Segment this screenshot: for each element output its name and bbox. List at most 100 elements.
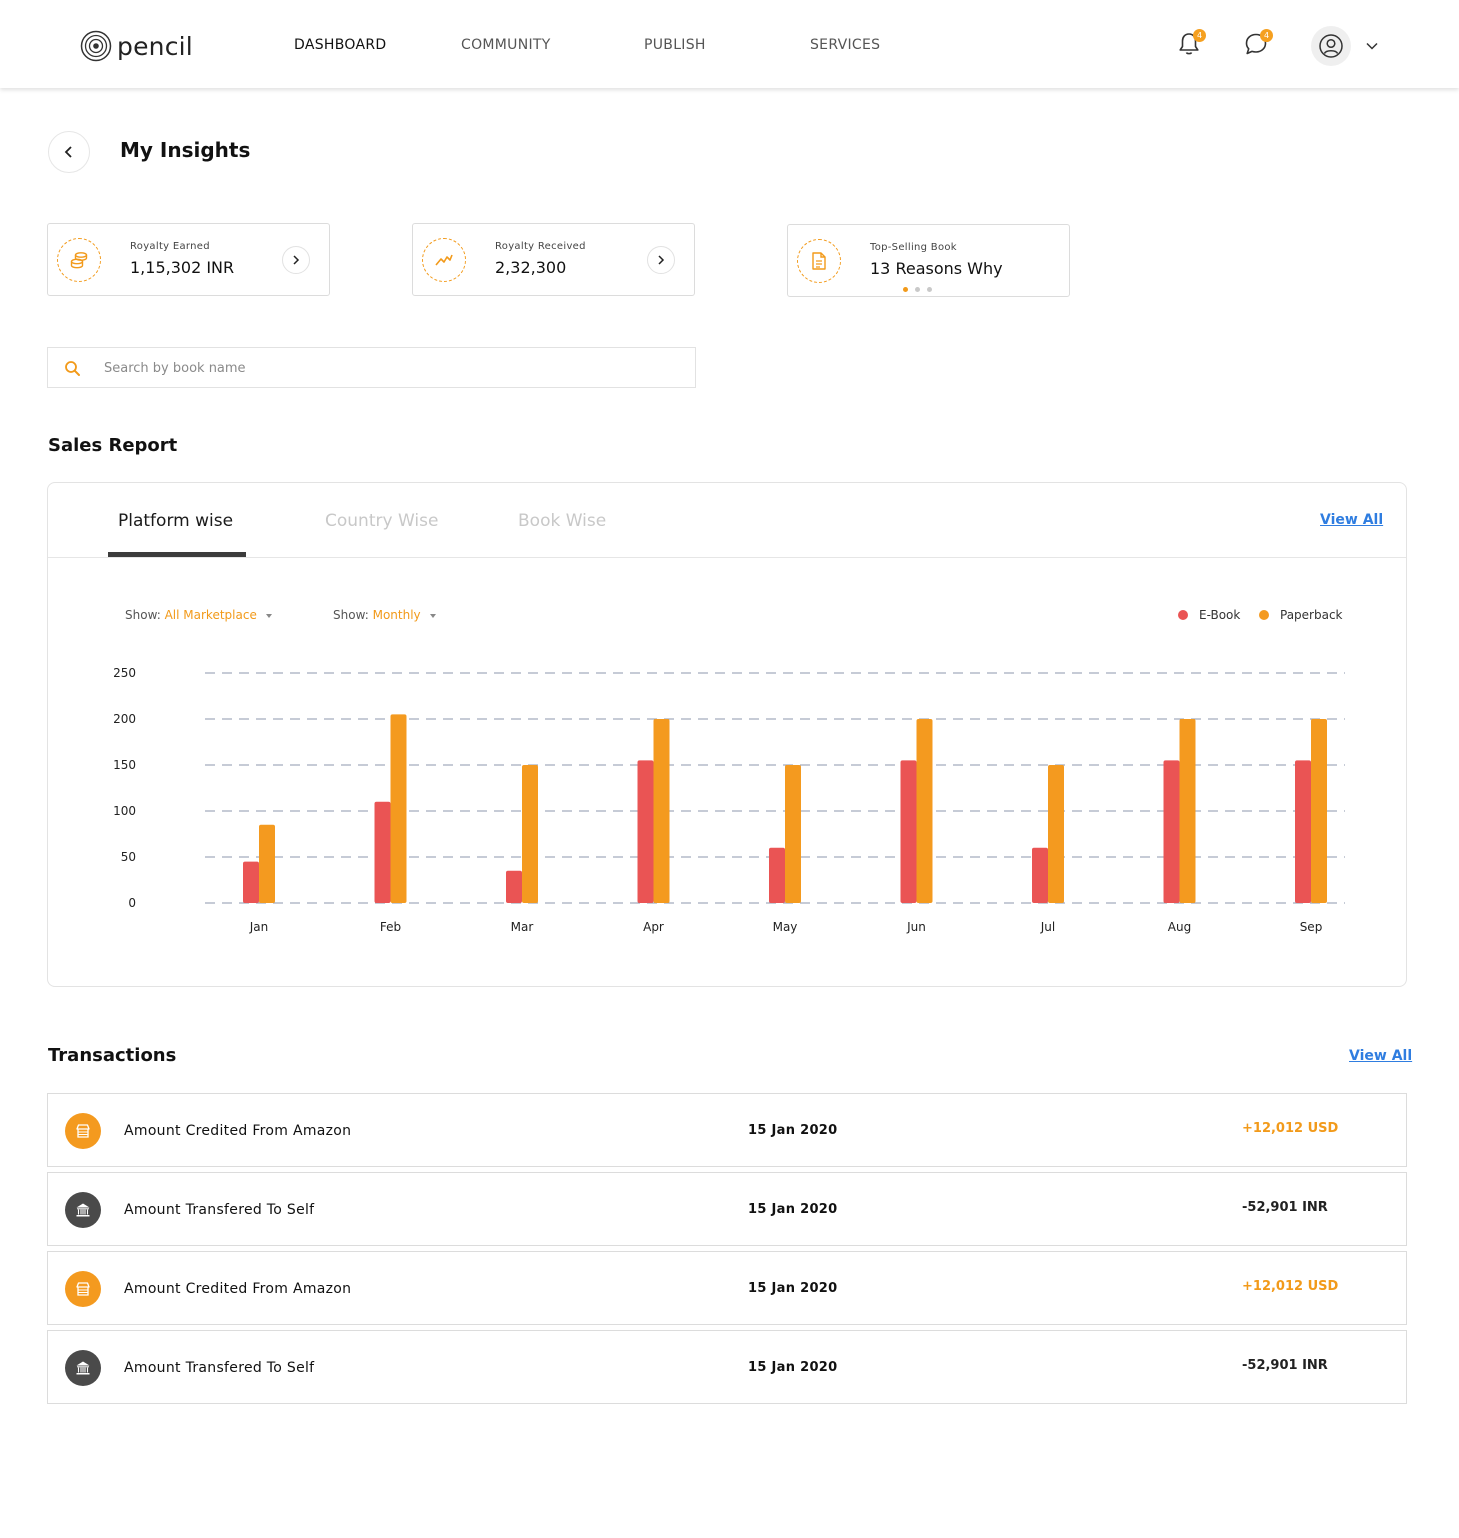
transaction-row[interactable]: Amount Transfered To Self 15 Jan 2020 -5… <box>47 1330 1407 1404</box>
x-tick-label: Jan <box>249 920 269 934</box>
chevron-down-icon[interactable] <box>1364 38 1380 54</box>
bar-e-book-aug <box>1163 760 1180 903</box>
transactions-view-all-link[interactable]: View All <box>1349 1048 1412 1064</box>
transaction-amount: -52,901 INR <box>1242 1358 1328 1373</box>
transaction-amount: +12,012 USD <box>1242 1279 1339 1294</box>
carousel-dots[interactable] <box>903 287 932 292</box>
nav-community[interactable]: COMMUNITY <box>461 37 551 53</box>
royalty-earned-label: Royalty Earned <box>130 241 210 252</box>
pencil-logo-icon <box>80 30 112 62</box>
bar-paperback-aug <box>1179 719 1196 903</box>
x-tick-label: Sep <box>1300 920 1323 934</box>
trend-chart-icon <box>435 254 453 266</box>
royalty-earned-arrow-button[interactable] <box>282 246 310 274</box>
y-tick-label: 250 <box>113 666 136 680</box>
transaction-amount: -52,901 INR <box>1242 1200 1328 1215</box>
y-tick-label: 100 <box>113 804 136 818</box>
transaction-date: 15 Jan 2020 <box>748 1202 838 1217</box>
x-tick-label: Jun <box>906 920 926 934</box>
transaction-description: Amount Transfered To Self <box>124 1202 315 1218</box>
royalty-received-arrow-button[interactable] <box>647 246 675 274</box>
transaction-date: 15 Jan 2020 <box>748 1281 838 1296</box>
bank-icon <box>76 1361 90 1375</box>
logo-text: pencil <box>117 31 193 61</box>
y-tick-label: 150 <box>113 758 136 772</box>
y-tick-label: 0 <box>128 896 136 910</box>
store-icon-badge <box>65 1113 101 1149</box>
carousel-dot[interactable] <box>927 287 932 292</box>
transaction-row[interactable]: Amount Transfered To Self 15 Jan 2020 -5… <box>47 1172 1407 1246</box>
nav-dashboard[interactable]: DASHBOARD <box>294 37 386 53</box>
bar-paperback-jan <box>259 824 275 903</box>
pencil-logo[interactable]: pencil <box>80 28 193 64</box>
notifications-badge: 4 <box>1193 29 1206 42</box>
page-title: My Insights <box>120 138 251 162</box>
store-icon <box>76 1124 90 1138</box>
messages-button[interactable]: 4 <box>1242 29 1273 60</box>
bar-paperback-mar <box>522 765 538 903</box>
bar-paperback-may <box>785 765 801 903</box>
royalty-received-value: 2,32,300 <box>495 258 567 277</box>
notifications-button[interactable]: 4 <box>1175 29 1206 60</box>
x-tick-label: Mar <box>511 920 534 934</box>
transaction-amount: +12,012 USD <box>1242 1121 1339 1136</box>
transaction-description: Amount Credited From Amazon <box>124 1281 352 1297</box>
bar-e-book-jan <box>243 861 259 903</box>
trend-icon-ring <box>422 238 466 282</box>
bank-icon-badge <box>65 1192 101 1228</box>
y-tick-label: 200 <box>113 712 136 726</box>
transaction-date: 15 Jan 2020 <box>748 1360 838 1375</box>
top-navigation-bar: pencil DASHBOARD COMMUNITY PUBLISH SERVI… <box>0 0 1459 88</box>
bar-e-book-feb <box>374 801 391 903</box>
sales-report-card: Platform wise Country Wise Book Wise Vie… <box>47 482 1407 987</box>
royalty-earned-card: Royalty Earned 1,15,302 INR <box>47 223 330 296</box>
transaction-date: 15 Jan 2020 <box>748 1123 838 1138</box>
bar-paperback-sep <box>1311 719 1327 903</box>
bank-icon <box>76 1203 90 1217</box>
x-tick-label: May <box>773 920 798 934</box>
carousel-dot-active[interactable] <box>903 287 908 292</box>
nav-publish[interactable]: PUBLISH <box>644 37 706 53</box>
sales-bar-chart: 0 50 100 150 200 250 Jan Feb Mar Apr May Jun Jul Aug S… <box>113 666 1345 934</box>
transaction-row[interactable]: Amount Credited From Amazon 15 Jan 2020 … <box>47 1093 1407 1167</box>
search-icon <box>65 361 80 376</box>
coins-icon <box>70 252 88 269</box>
search-box <box>47 347 696 388</box>
store-icon <box>76 1282 90 1296</box>
bar-paperback-feb <box>390 714 407 903</box>
coins-icon-ring <box>57 238 101 282</box>
bar-e-book-jul <box>1032 847 1048 903</box>
chevron-left-icon <box>64 146 72 158</box>
top-selling-book-label: Top-Selling Book <box>870 242 957 253</box>
sales-report-title: Sales Report <box>48 435 178 456</box>
bar-e-book-apr <box>637 760 654 903</box>
messages-badge: 4 <box>1260 29 1273 42</box>
user-avatar-button[interactable] <box>1311 26 1351 66</box>
transaction-description: Amount Transfered To Self <box>124 1360 315 1376</box>
store-icon-badge <box>65 1271 101 1307</box>
royalty-earned-value: 1,15,302 INR <box>130 258 235 277</box>
x-tick-label: Apr <box>643 920 664 934</box>
x-tick-label: Jul <box>1040 920 1055 934</box>
bar-paperback-jun <box>916 719 933 903</box>
bar-e-book-may <box>769 847 785 903</box>
search-input[interactable] <box>104 354 664 382</box>
transaction-row[interactable]: Amount Credited From Amazon 15 Jan 2020 … <box>47 1251 1407 1325</box>
top-selling-book-card[interactable]: Top-Selling Book 13 Reasons Why <box>787 224 1070 297</box>
back-button[interactable] <box>48 131 90 173</box>
x-tick-label: Aug <box>1168 920 1191 934</box>
x-tick-label: Feb <box>380 920 401 934</box>
user-avatar-icon <box>1319 34 1343 58</box>
royalty-received-label: Royalty Received <box>495 241 586 252</box>
transaction-description: Amount Credited From Amazon <box>124 1123 352 1139</box>
top-selling-book-value: 13 Reasons Why <box>870 259 1003 278</box>
nav-services[interactable]: SERVICES <box>810 37 880 53</box>
book-icon-ring <box>797 239 841 283</box>
bank-icon-badge <box>65 1350 101 1386</box>
carousel-dot[interactable] <box>915 287 920 292</box>
bar-paperback-jul <box>1048 765 1064 903</box>
transactions-title: Transactions <box>48 1045 177 1066</box>
royalty-received-card: Royalty Received 2,32,300 <box>412 223 695 296</box>
bar-e-book-mar <box>506 870 522 903</box>
book-file-icon <box>812 252 826 270</box>
